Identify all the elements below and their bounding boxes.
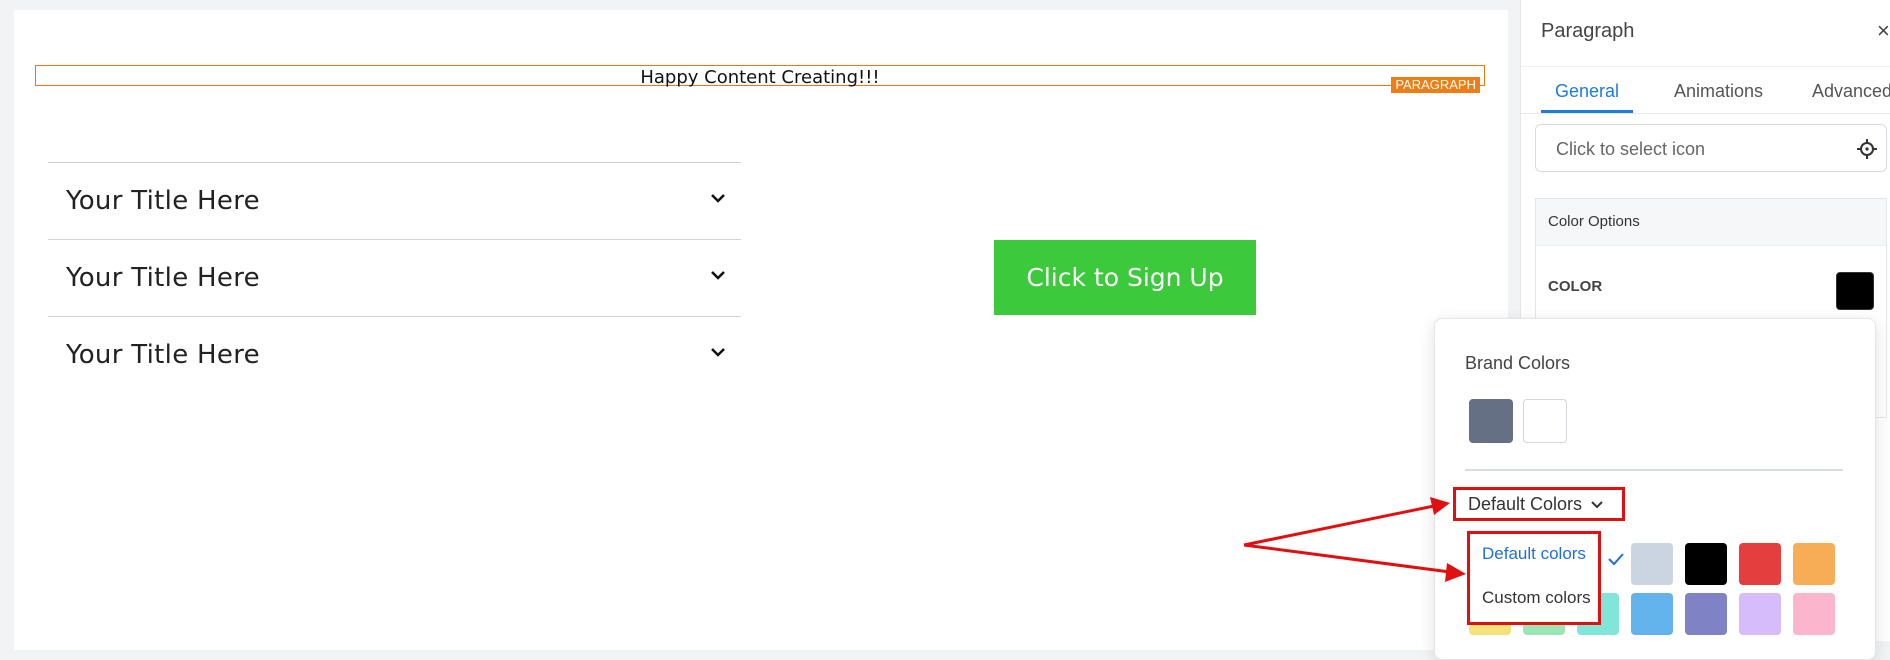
accordion: Your Title Here Your Title Here Your Tit…: [48, 162, 741, 393]
icon-select-placeholder: Click to select icon: [1556, 139, 1706, 159]
color-swatch[interactable]: [1793, 543, 1835, 585]
crosshair-icon: [1857, 139, 1877, 159]
accordion-item[interactable]: Your Title Here: [48, 239, 741, 316]
panel-title: Paragraph: [1541, 20, 1635, 42]
close-icon[interactable]: ×: [1877, 18, 1890, 44]
paragraph-text[interactable]: Happy Content Creating!!!: [36, 67, 1484, 88]
brand-color-swatch[interactable]: [1523, 399, 1567, 443]
accordion-title: Your Title Here: [66, 263, 260, 293]
color-swatch[interactable]: [1793, 593, 1835, 635]
accordion-title: Your Title Here: [66, 340, 260, 370]
tab-general[interactable]: General: [1555, 81, 1619, 102]
accordion-title: Your Title Here: [66, 186, 260, 216]
check-icon: [1608, 553, 1624, 566]
icon-select-input[interactable]: Click to select icon: [1535, 124, 1887, 172]
color-set-dropdown: Default colors Custom colors: [1467, 531, 1624, 625]
brand-color-swatch[interactable]: [1469, 399, 1513, 443]
color-options-header: Color Options: [1536, 199, 1886, 246]
paragraph-tag: PARAGRAPH: [1391, 77, 1480, 93]
color-swatch[interactable]: [1631, 543, 1673, 585]
active-tab-indicator: [1541, 110, 1633, 113]
color-swatch[interactable]: [1739, 543, 1781, 585]
dropdown-option-default-colors[interactable]: Default colors: [1482, 544, 1586, 564]
paragraph-block[interactable]: Happy Content Creating!!! PARAGRAPH: [35, 65, 1485, 93]
color-swatch[interactable]: [1739, 593, 1781, 635]
color-swatch[interactable]: [1836, 272, 1874, 310]
default-colors-toggle[interactable]: Default Colors: [1453, 487, 1625, 521]
color-label: COLOR: [1548, 278, 1603, 295]
tab-animations[interactable]: Animations: [1674, 81, 1763, 102]
sign-up-button[interactable]: Click to Sign Up: [994, 240, 1256, 315]
color-swatch[interactable]: [1685, 543, 1727, 585]
color-swatch[interactable]: [1685, 593, 1727, 635]
accordion-item[interactable]: Your Title Here: [48, 316, 741, 393]
chevron-down-icon: [711, 348, 725, 357]
dropdown-option-custom-colors[interactable]: Custom colors: [1482, 588, 1591, 608]
default-colors-label: Default Colors: [1468, 493, 1583, 514]
color-swatch[interactable]: [1631, 593, 1673, 635]
chevron-down-icon: [711, 271, 725, 280]
chevron-down-icon: [1591, 501, 1603, 509]
accordion-item[interactable]: Your Title Here: [48, 162, 741, 239]
divider: [1465, 469, 1843, 471]
page-canvas: Happy Content Creating!!! PARAGRAPH Your…: [14, 10, 1508, 650]
color-picker-popover: Brand Colors Default Colors Default colo…: [1434, 318, 1876, 660]
panel-tabs: General Animations Advanced: [1521, 66, 1890, 114]
brand-colors-label: Brand Colors: [1465, 353, 1571, 373]
chevron-down-icon: [711, 194, 725, 203]
tab-advanced[interactable]: Advanced: [1812, 81, 1890, 102]
